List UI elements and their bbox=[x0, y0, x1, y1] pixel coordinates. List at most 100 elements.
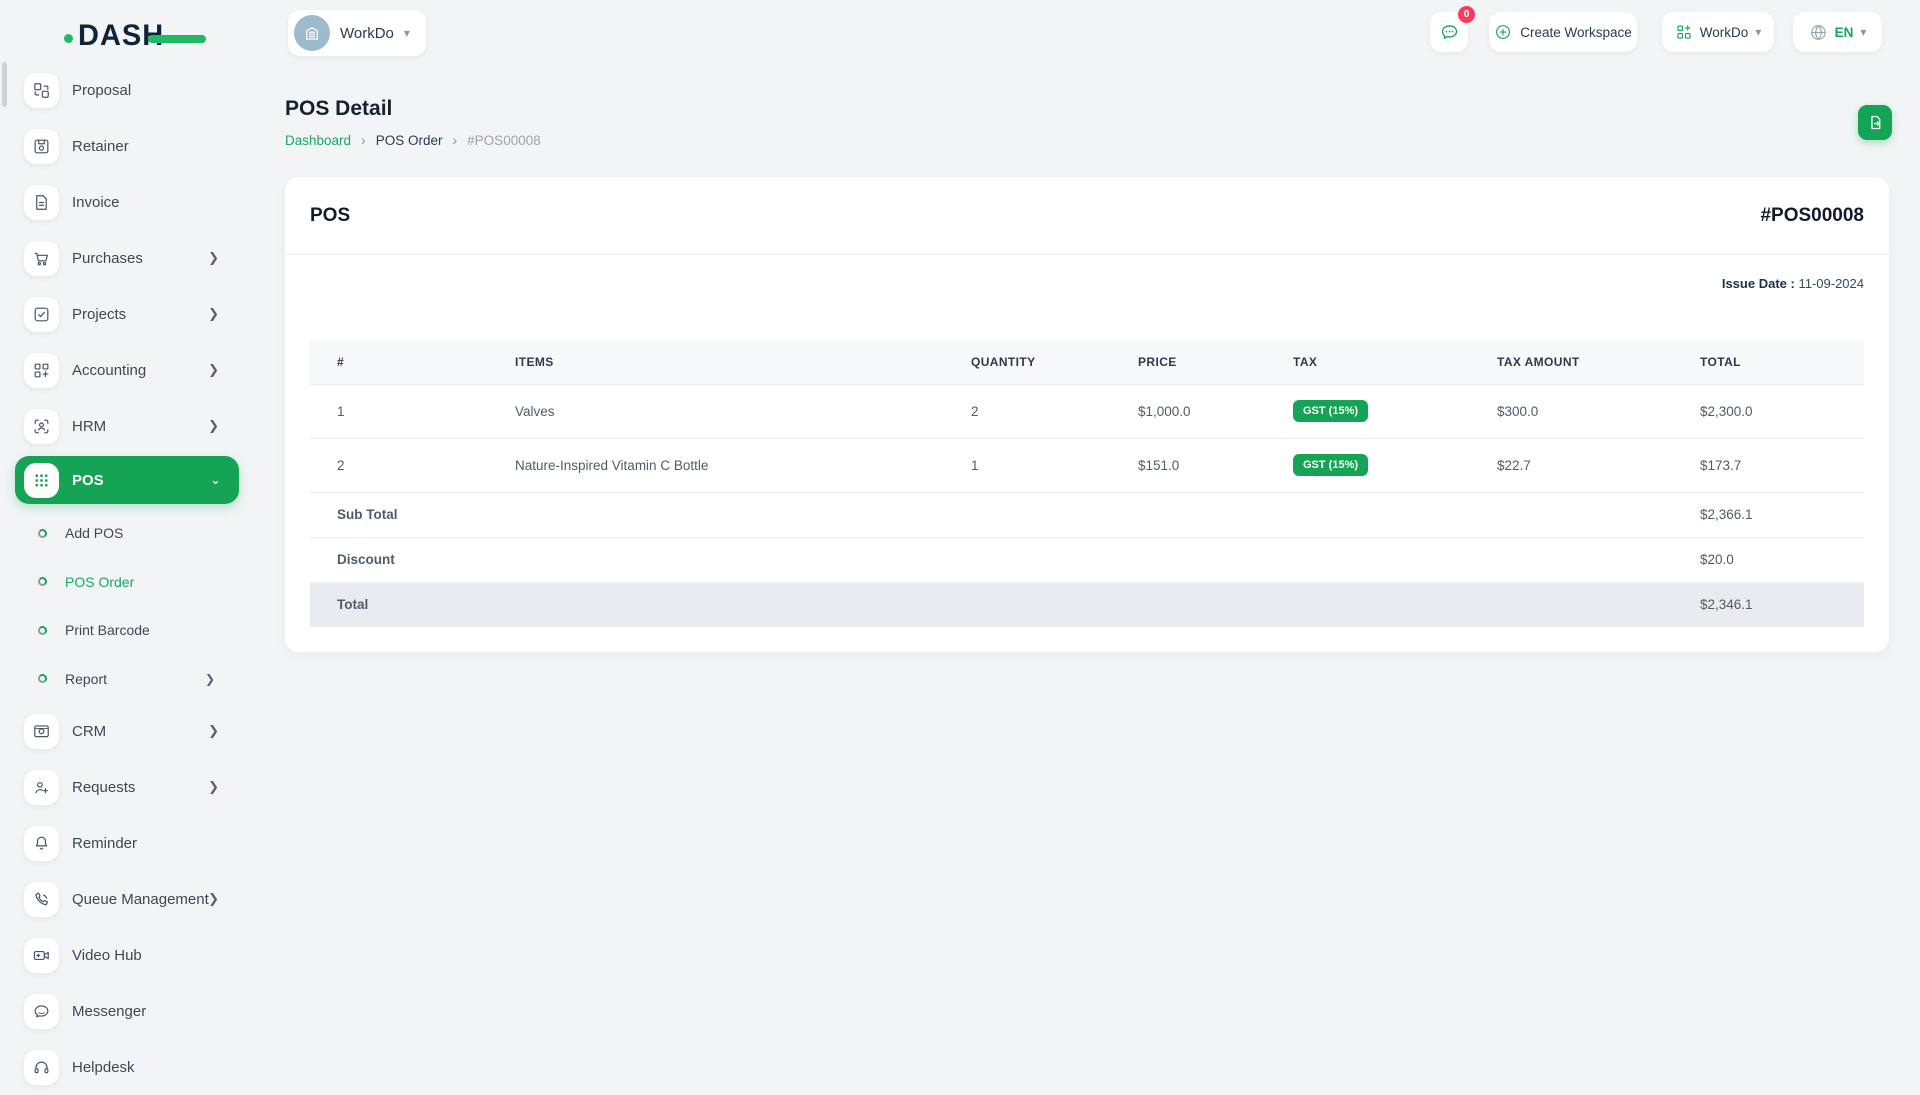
sidebar-item-video-hub[interactable]: Video Hub bbox=[0, 927, 241, 983]
chat-icon bbox=[1439, 22, 1460, 43]
language-code: EN bbox=[1835, 25, 1854, 40]
sidebar: Proposal Retainer Invoice Purchases ❯ Pr… bbox=[0, 60, 241, 1080]
sidebar-item-accounting[interactable]: Accounting ❯ bbox=[0, 342, 241, 398]
queue-management-icon bbox=[24, 882, 59, 917]
sidebar-item-queue-management[interactable]: Queue Management ❯ bbox=[0, 871, 241, 927]
pos-detail-card: POS #POS00008 Issue Date : 11-09-2024 # … bbox=[285, 177, 1889, 652]
pos-number: #POS00008 bbox=[1760, 205, 1864, 227]
sidebar-item-requests[interactable]: Requests ❯ bbox=[0, 759, 241, 815]
row-item: Nature-Inspired Vitamin C Bottle bbox=[488, 438, 944, 492]
sidebar-item-hrm[interactable]: HRM ❯ bbox=[0, 398, 241, 454]
purchases-icon bbox=[24, 241, 59, 276]
messenger-icon bbox=[24, 994, 59, 1029]
logo-dash-icon bbox=[148, 35, 206, 43]
workspace-avatar bbox=[294, 15, 330, 51]
create-workspace-label: Create Workspace bbox=[1520, 25, 1632, 40]
sidebar-item-projects[interactable]: Projects ❯ bbox=[0, 286, 241, 342]
reminder-icon bbox=[24, 826, 59, 861]
subtotal-label: Sub Total bbox=[310, 492, 1673, 537]
app-logo[interactable]: DASH bbox=[64, 18, 204, 56]
issue-date-label: Issue Date : bbox=[1722, 276, 1795, 291]
chevron-down-icon: ▾ bbox=[404, 26, 410, 40]
pos-icon bbox=[24, 463, 59, 498]
sidebar-item-purchases[interactable]: Purchases ❯ bbox=[0, 230, 241, 286]
col-tax: TAX bbox=[1266, 340, 1470, 384]
total-row: Total $2,346.1 bbox=[310, 582, 1864, 627]
projects-icon bbox=[24, 297, 59, 332]
discount-row: Discount $20.0 bbox=[310, 537, 1864, 582]
accounting-icon bbox=[24, 353, 59, 388]
row-item: Valves bbox=[488, 384, 944, 438]
table-row: 1 Valves 2 $1,000.0 GST (15%) $300.0 $2,… bbox=[310, 384, 1864, 438]
row-tax: GST (15%) bbox=[1266, 438, 1470, 492]
row-tax: GST (15%) bbox=[1266, 384, 1470, 438]
sidebar-item-invoice[interactable]: Invoice bbox=[0, 174, 241, 230]
bullet-icon bbox=[38, 626, 47, 635]
total-value: $2,346.1 bbox=[1673, 582, 1864, 627]
issue-date-value: 11-09-2024 bbox=[1798, 276, 1864, 291]
chevron-right-icon: ❯ bbox=[208, 250, 219, 266]
subtotal-row: Sub Total $2,366.1 bbox=[310, 492, 1864, 537]
helpdesk-icon bbox=[24, 1050, 59, 1085]
row-price: $1,000.0 bbox=[1111, 384, 1266, 438]
chevron-right-icon: ❯ bbox=[208, 891, 219, 907]
breadcrumb: Dashboard › POS Order › #POS00008 bbox=[285, 132, 541, 148]
breadcrumb-current: #POS00008 bbox=[467, 133, 541, 148]
chevron-down-icon: ▾ bbox=[1860, 25, 1866, 39]
subtotal-value: $2,366.1 bbox=[1673, 492, 1864, 537]
row-total: $2,300.0 bbox=[1673, 384, 1864, 438]
workspace-dropdown[interactable]: WorkDo ▾ bbox=[1662, 12, 1774, 52]
create-workspace-button[interactable]: Create Workspace bbox=[1489, 12, 1637, 52]
issue-date: Issue Date : 11-09-2024 bbox=[1722, 276, 1864, 291]
chevron-right-icon: › bbox=[361, 132, 366, 148]
row-quantity: 2 bbox=[944, 384, 1111, 438]
table-row: 2 Nature-Inspired Vitamin C Bottle 1 $15… bbox=[310, 438, 1864, 492]
sidebar-item-reminder[interactable]: Reminder bbox=[0, 815, 241, 871]
sidebar-subitem-add-pos[interactable]: Add POS bbox=[0, 509, 241, 558]
chevron-right-icon: ❯ bbox=[205, 672, 215, 686]
page-title: POS Detail bbox=[285, 97, 392, 121]
retainer-icon bbox=[24, 129, 59, 164]
proposal-icon bbox=[24, 73, 59, 108]
file-export-icon bbox=[1867, 114, 1884, 131]
sidebar-subitem-report[interactable]: Report ❯ bbox=[0, 655, 241, 704]
sidebar-item-helpdesk[interactable]: Helpdesk bbox=[0, 1039, 241, 1095]
col-index: # bbox=[310, 340, 488, 384]
video-hub-icon bbox=[24, 938, 59, 973]
logo-dot-icon bbox=[64, 34, 73, 43]
col-tax-amount: TAX AMOUNT bbox=[1470, 340, 1673, 384]
sidebar-item-retainer[interactable]: Retainer bbox=[0, 118, 241, 174]
plus-circle-icon bbox=[1494, 23, 1512, 41]
language-selector[interactable]: EN ▾ bbox=[1793, 12, 1882, 52]
bullet-icon bbox=[38, 674, 47, 683]
row-index: 1 bbox=[310, 384, 488, 438]
sidebar-item-proposal[interactable]: Proposal bbox=[0, 62, 241, 118]
col-total: TOTAL bbox=[1673, 340, 1864, 384]
workspace-dropdown-label: WorkDo bbox=[1700, 25, 1749, 40]
requests-icon bbox=[24, 770, 59, 805]
col-price: PRICE bbox=[1111, 340, 1266, 384]
sidebar-item-pos[interactable]: POS ⌄ bbox=[15, 456, 239, 504]
chevron-right-icon: ❯ bbox=[208, 306, 219, 322]
total-label: Total bbox=[310, 582, 1673, 627]
workspace-selector[interactable]: WorkDo ▾ bbox=[288, 10, 426, 56]
card-title: POS bbox=[310, 205, 350, 227]
tax-badge: GST (15%) bbox=[1293, 454, 1368, 476]
row-total: $173.7 bbox=[1673, 438, 1864, 492]
chevron-down-icon: ⌄ bbox=[210, 472, 221, 488]
chat-button[interactable]: 0 bbox=[1430, 12, 1468, 52]
pos-items-table: # ITEMS QUANTITY PRICE TAX TAX AMOUNT TO… bbox=[310, 340, 1864, 627]
bullet-icon bbox=[38, 577, 47, 586]
export-pos-button[interactable] bbox=[1858, 105, 1892, 140]
breadcrumb-dashboard-link[interactable]: Dashboard bbox=[285, 133, 351, 148]
invoice-icon bbox=[24, 185, 59, 220]
chevron-right-icon: ❯ bbox=[208, 723, 219, 739]
sidebar-subitem-print-barcode[interactable]: Print Barcode bbox=[0, 606, 241, 655]
col-quantity: QUANTITY bbox=[944, 340, 1111, 384]
sidebar-subitem-pos-order[interactable]: POS Order bbox=[0, 558, 241, 607]
sidebar-item-messenger[interactable]: Messenger bbox=[0, 983, 241, 1039]
sidebar-item-crm[interactable]: CRM ❯ bbox=[0, 703, 241, 759]
discount-label: Discount bbox=[310, 537, 1673, 582]
row-index: 2 bbox=[310, 438, 488, 492]
chevron-right-icon: ❯ bbox=[208, 418, 219, 434]
